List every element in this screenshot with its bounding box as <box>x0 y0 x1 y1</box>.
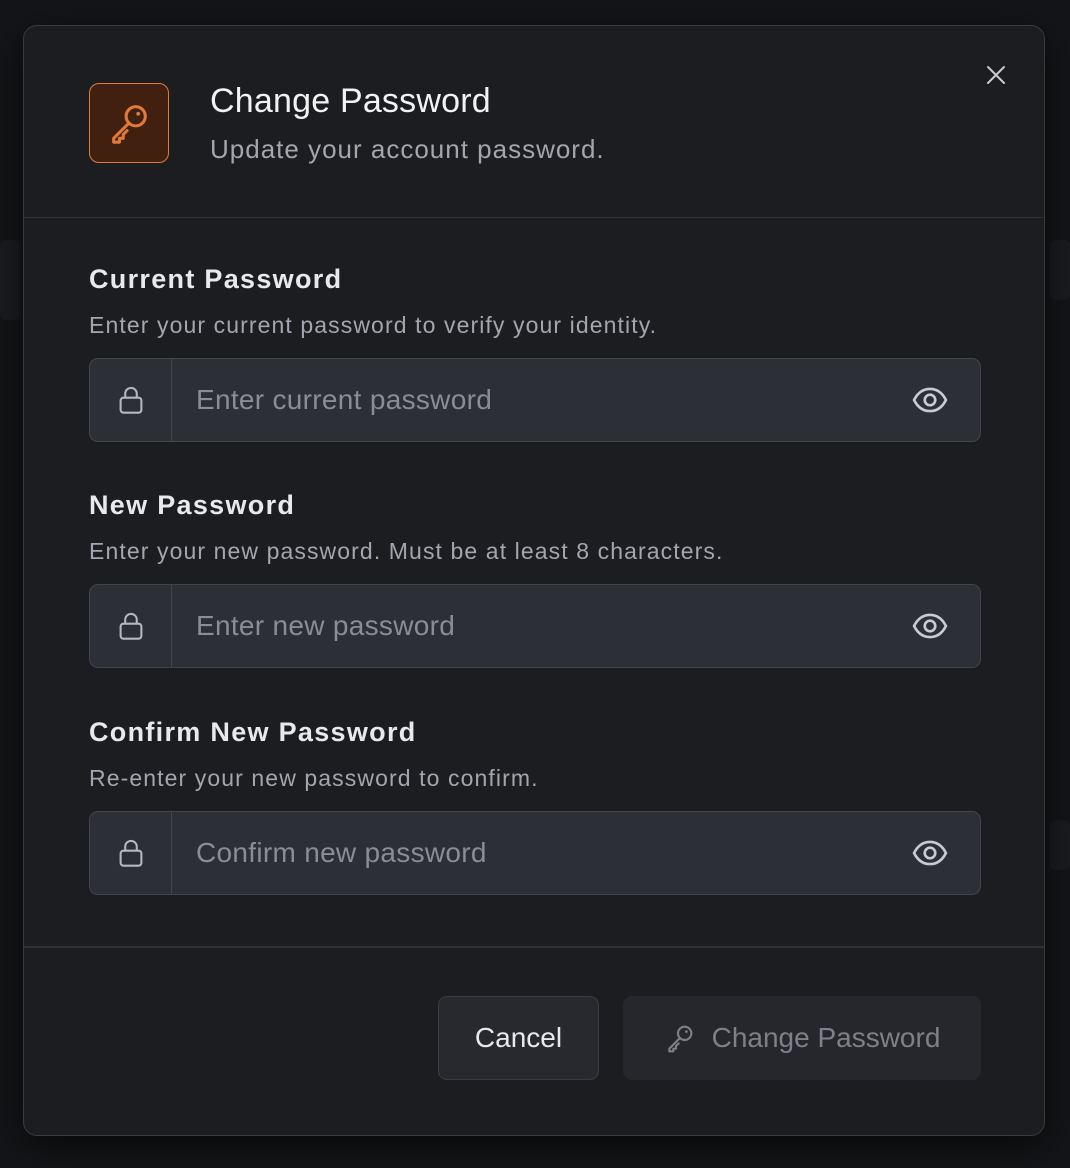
footer-divider <box>24 946 1044 948</box>
dialog-title: Change Password <box>210 82 491 120</box>
close-button[interactable] <box>977 56 1015 94</box>
field-help-text: Enter your new password. Must be at leas… <box>89 538 724 564</box>
cancel-button[interactable]: Cancel <box>438 996 599 1080</box>
lock-icon <box>90 585 172 667</box>
background-element <box>1050 240 1070 300</box>
change-password-button-label: Change Password <box>711 1022 941 1053</box>
current-password-field: Current Password Enter your current pass… <box>89 264 981 442</box>
field-help-text: Enter your current password to verify yo… <box>89 312 658 338</box>
toggle-visibility-button[interactable] <box>880 812 980 894</box>
close-icon <box>987 66 1005 84</box>
key-icon <box>667 1025 692 1053</box>
lock-icon <box>90 359 172 441</box>
cancel-button-label: Cancel <box>474 1022 563 1053</box>
eye-icon <box>912 840 948 866</box>
change-password-button[interactable]: Change Password <box>623 996 981 1080</box>
confirm-password-input-group <box>89 811 981 895</box>
new-password-input[interactable] <box>172 585 880 667</box>
change-password-dialog: Change Password Update your account pass… <box>23 25 1045 1136</box>
eye-icon <box>912 613 948 639</box>
lock-icon <box>90 812 172 894</box>
field-label: Confirm New Password <box>89 717 417 747</box>
key-icon <box>89 83 169 163</box>
new-password-input-group <box>89 584 981 668</box>
current-password-input[interactable] <box>172 359 880 441</box>
dialog-subtitle: Update your account password. <box>210 134 605 164</box>
eye-icon <box>912 387 948 413</box>
toggle-visibility-button[interactable] <box>880 359 980 441</box>
background-element <box>1050 820 1070 870</box>
field-label: New Password <box>89 490 296 520</box>
background-element <box>0 240 20 320</box>
confirm-password-input[interactable] <box>172 812 880 894</box>
dialog-header: Change Password Update your account pass… <box>24 26 1044 218</box>
field-help-text: Re-enter your new password to confirm. <box>89 765 539 791</box>
toggle-visibility-button[interactable] <box>880 585 980 667</box>
current-password-input-group <box>89 358 981 442</box>
new-password-field: New Password Enter your new password. Mu… <box>89 490 981 668</box>
confirm-password-field: Confirm New Password Re-enter your new p… <box>89 717 981 895</box>
field-label: Current Password <box>89 264 343 294</box>
